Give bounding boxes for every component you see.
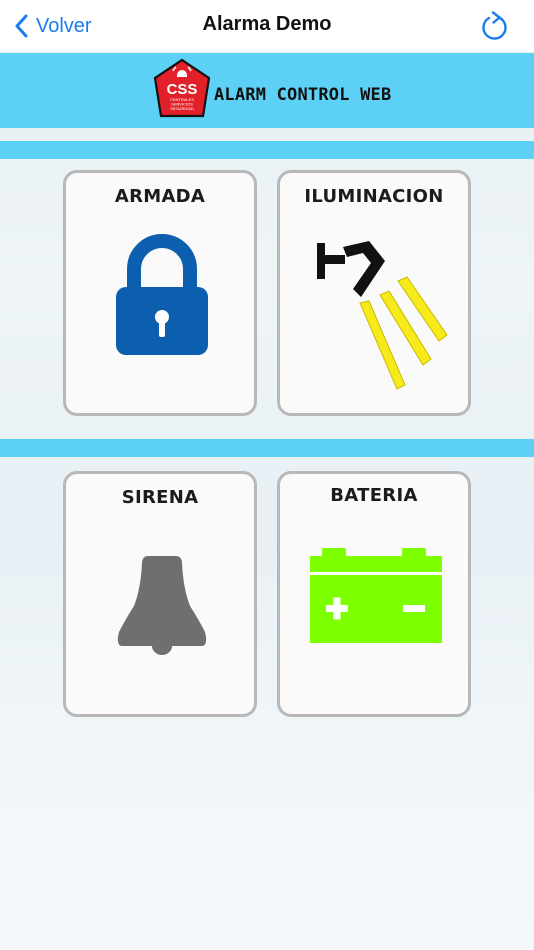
padlock-icon [116,234,208,355]
tile-label: ILUMINACION [304,186,444,207]
refresh-button[interactable] [480,11,508,41]
company-logo: CSS CENTRALES SERVICIOS SEGURIDAD [153,58,211,118]
page-title: Alarma Demo [202,13,332,35]
logo-text: CSS [167,81,198,98]
tile-bateria[interactable]: BATERIA [277,471,471,717]
minus-icon [403,605,425,612]
section-divider [0,439,534,457]
headlight-icon [317,241,448,390]
tile-label: SIRENA [121,487,199,508]
refresh-icon [482,11,507,40]
bell-icon [117,556,207,655]
tile-sirena[interactable]: SIRENA [63,471,257,717]
tile-armada[interactable]: ARMADA [63,170,257,416]
tile-iluminacion[interactable]: ILUMINACION [277,170,471,416]
battery-icon [310,548,442,643]
tile-label: ARMADA [114,186,206,207]
brand-text: ALARM CONTROL WEB [214,85,392,105]
section-divider [0,141,534,159]
tile-label: BATERIA [330,485,418,506]
logo-subtext: SEGURIDAD [170,106,194,111]
navigation-bar: Volver Alarma Demo [0,0,534,52]
brand-banner: CSS CENTRALES SERVICIOS SEGURIDAD ALARM … [0,53,534,128]
